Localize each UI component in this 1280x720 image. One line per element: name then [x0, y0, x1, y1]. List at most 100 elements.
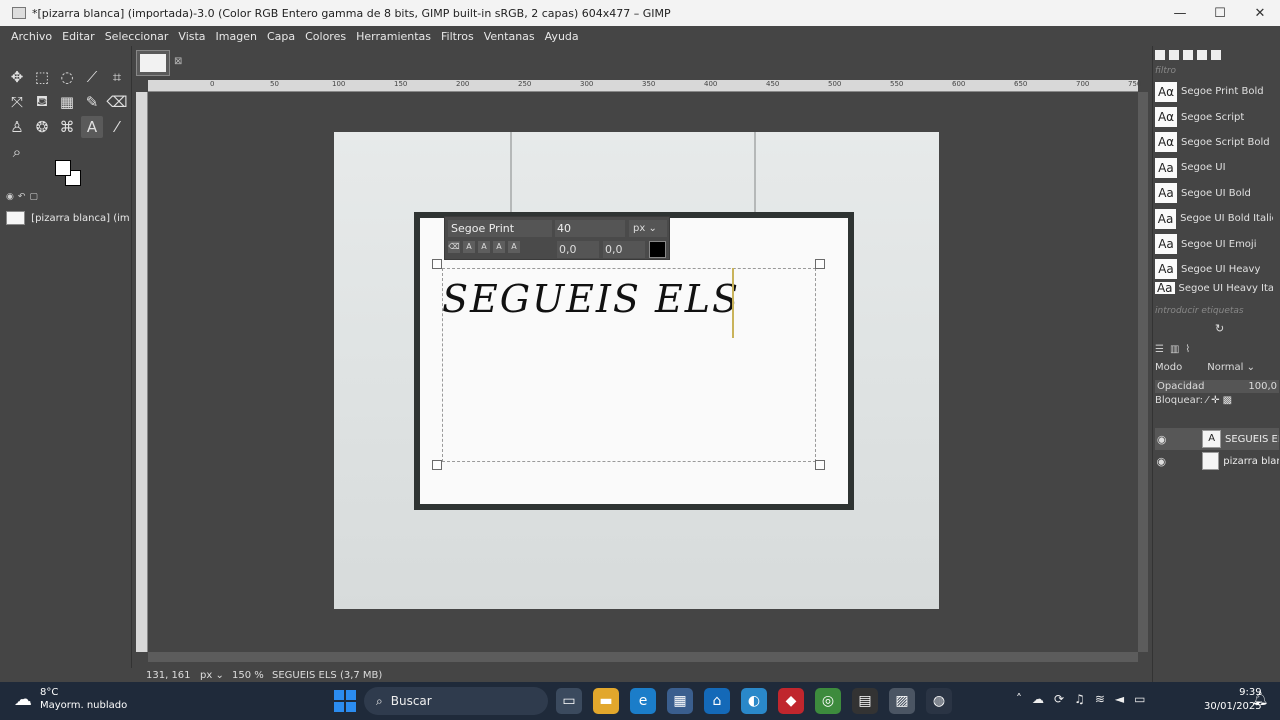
app-icon[interactable]: ⌂	[704, 688, 730, 714]
gradient-tool-icon[interactable]: ▦	[56, 91, 78, 113]
crop-tool-icon[interactable]: ⌗	[106, 66, 128, 88]
store-icon[interactable]: ▦	[667, 688, 693, 714]
text-box-handle[interactable]	[815, 460, 825, 470]
palettes-tab-icon[interactable]	[1211, 50, 1221, 60]
font-item[interactable]: Aα Segoe Print Bold	[1155, 79, 1273, 104]
app-icon[interactable]: ▤	[852, 688, 878, 714]
brushes-tab-icon[interactable]	[1155, 50, 1165, 60]
menu-capa[interactable]: Capa	[267, 30, 295, 43]
color-picker-tool-icon[interactable]: ⁄	[106, 116, 128, 138]
italic-icon[interactable]: A	[478, 241, 490, 253]
menu-ayuda[interactable]: Ayuda	[545, 30, 579, 43]
text-box-handle[interactable]	[432, 460, 442, 470]
bold-icon[interactable]: A	[463, 241, 475, 253]
maximize-button[interactable]: ☐	[1200, 6, 1240, 21]
vertical-ruler[interactable]	[136, 92, 148, 652]
zoom-tool-icon[interactable]: ⌕	[6, 141, 28, 163]
visibility-eye-icon[interactable]: ◉	[1155, 455, 1168, 468]
bucket-fill-tool-icon[interactable]: ⛾	[31, 91, 53, 113]
fg-bg-color-swatch[interactable]	[55, 160, 85, 186]
image-list-item[interactable]: [pizarra blanca] (impor	[6, 208, 130, 228]
menu-imagen[interactable]: Imagen	[216, 30, 257, 43]
smudge-tool-icon[interactable]: ❂	[31, 116, 53, 138]
font-item[interactable]: Aα Segoe Script	[1155, 104, 1273, 129]
size-unit-select[interactable]: px ⌄	[629, 220, 667, 237]
menu-archivo[interactable]: Archivo	[11, 30, 52, 43]
font-item[interactable]: Aa Segoe UI Heavy	[1155, 257, 1273, 282]
task-view-icon[interactable]: ▭	[556, 688, 582, 714]
foreground-color[interactable]	[55, 160, 71, 176]
paths-tool-icon[interactable]: ⌘	[56, 116, 78, 138]
text-color-button[interactable]	[649, 241, 666, 258]
move-tool-icon[interactable]: ✥	[6, 66, 28, 88]
eraser-tool-icon[interactable]: ⌫	[106, 91, 128, 113]
sync-icon[interactable]: ⟳	[1054, 692, 1064, 706]
vertical-scrollbar[interactable]	[1138, 92, 1148, 652]
unit-select[interactable]: px ⌄	[200, 670, 232, 681]
mode-select[interactable]: Normal ⌄	[1207, 362, 1255, 373]
weather-widget[interactable]: ☁ 8°C Mayorm. nublado	[14, 686, 127, 712]
layer-row[interactable]: ◉ A SEGUEIS ELS	[1155, 428, 1279, 450]
font-filter-input[interactable]: filtro	[1155, 66, 1279, 78]
horizontal-scrollbar[interactable]	[148, 652, 1138, 662]
app-icon[interactable]: ◍	[926, 688, 952, 714]
menu-vista[interactable]: Vista	[178, 30, 205, 43]
zoom-select[interactable]: 150 %	[232, 670, 272, 681]
image-tab-close-icon[interactable]: ⊠	[174, 56, 182, 67]
text-tool-icon[interactable]: A	[81, 116, 103, 138]
menu-herramientas[interactable]: Herramientas	[356, 30, 431, 43]
images-tab-icon[interactable]: ◉	[6, 192, 14, 204]
volume-icon[interactable]: ◄	[1115, 692, 1124, 706]
wifi-icon[interactable]: ≋	[1095, 692, 1105, 706]
layer-row[interactable]: ◉ pizarra blanca	[1155, 450, 1279, 472]
font-item[interactable]: Aα Segoe Script Bold	[1155, 130, 1273, 155]
menu-editar[interactable]: Editar	[62, 30, 95, 43]
font-select[interactable]: Segoe Print	[448, 220, 552, 237]
paintbrush-tool-icon[interactable]: ✎	[81, 91, 103, 113]
font-item[interactable]: Aa Segoe UI Emoji	[1155, 231, 1273, 256]
font-item[interactable]: Aa Segoe UI Bold	[1155, 181, 1273, 206]
horizontal-ruler[interactable]: 0 50 100 150 200 250 300 350 400 450 500…	[148, 80, 1141, 92]
font-size-input[interactable]: 40	[555, 220, 625, 237]
image-canvas[interactable]: SEGUEIS ELS Segoe Print 40 px ⌄ ⌫ A A A …	[334, 132, 939, 609]
menu-colores[interactable]: Colores	[305, 30, 346, 43]
paths-tab-icon[interactable]: ⌇	[1185, 344, 1190, 355]
baseline-offset-input[interactable]: 0,0	[557, 241, 599, 258]
font-item[interactable]: Aa Segoe UI Bold Italic	[1155, 206, 1273, 231]
clear-style-icon[interactable]: ⌫	[448, 241, 460, 253]
image-tab[interactable]	[136, 50, 170, 76]
opacity-value[interactable]: 100,0	[1248, 381, 1277, 392]
microphone-icon[interactable]: ♫	[1074, 692, 1085, 706]
battery-icon[interactable]: ▭	[1134, 692, 1145, 706]
layers-tab-icon[interactable]: ☰	[1155, 344, 1164, 355]
mcafee-icon[interactable]: ◆	[778, 688, 804, 714]
gimp-taskbar-icon[interactable]: ▨	[889, 688, 915, 714]
lasso-tool-icon[interactable]: ◌	[56, 66, 78, 88]
close-button[interactable]: ✕	[1240, 6, 1280, 21]
visibility-eye-icon[interactable]: ◉	[1155, 433, 1168, 446]
refresh-fonts-icon[interactable]: ↻	[1215, 322, 1224, 335]
rect-select-tool-icon[interactable]: ⬚	[31, 66, 53, 88]
text-box-handle[interactable]	[432, 259, 442, 269]
fonts-tab-icon[interactable]	[1183, 50, 1193, 60]
patterns-tab-icon[interactable]	[1169, 50, 1179, 60]
document-tab-icon[interactable]: ▢	[29, 192, 38, 204]
gradients-tab-icon[interactable]	[1197, 50, 1207, 60]
menu-seleccionar[interactable]: Seleccionar	[105, 30, 169, 43]
transform-tool-icon[interactable]: ⤧	[6, 91, 28, 113]
text-box-handle[interactable]	[815, 259, 825, 269]
windows-start-icon[interactable]	[334, 690, 356, 712]
font-item[interactable]: Aa Segoe UI	[1155, 155, 1273, 180]
menu-filtros[interactable]: Filtros	[441, 30, 474, 43]
kerning-offset-input[interactable]: 0,0	[603, 241, 645, 258]
fuzzy-select-tool-icon[interactable]: ⟋	[81, 66, 103, 88]
taskbar-search[interactable]: ⌕ Buscar	[364, 687, 548, 715]
notification-bell-icon[interactable]: 🔔︎	[1252, 692, 1269, 707]
onedrive-icon[interactable]: ☁	[1032, 692, 1044, 706]
menu-ventanas[interactable]: Ventanas	[484, 30, 535, 43]
font-item[interactable]: AaSegoe UI Heavy Italic	[1155, 282, 1273, 295]
edge-browser-icon[interactable]: e	[630, 688, 656, 714]
lock-position-icon[interactable]: ✛	[1211, 395, 1219, 406]
opacity-row[interactable]: Opacidad 100,0	[1155, 380, 1279, 393]
minimize-button[interactable]: —	[1160, 6, 1200, 21]
